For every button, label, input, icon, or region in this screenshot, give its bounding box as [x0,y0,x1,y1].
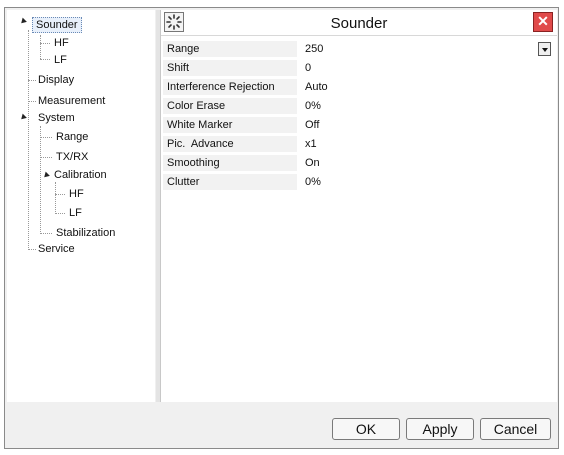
property-value[interactable]: Auto [303,79,555,95]
tree-item-sounder-lf[interactable]: LF [52,52,69,68]
property-value[interactable]: x1 [303,136,555,152]
property-grid: Range 250 Shift 0 Interference Rejection… [161,40,557,192]
close-button[interactable]: ✕ [533,12,553,32]
tree-item-calibration-hf[interactable]: HF [67,186,86,202]
property-value[interactable]: 0 [303,60,555,76]
settings-tree[interactable]: Sounder HF LF Display Measurement System… [7,10,155,402]
settings-dialog: Sounder HF LF Display Measurement System… [4,7,559,449]
collapse-calibration-icon[interactable] [42,171,50,180]
property-row-shift[interactable]: Shift 0 [161,59,557,78]
property-row-color-erase[interactable]: Color Erase 0% [161,97,557,116]
property-row-interference-rejection[interactable]: Interference Rejection Auto [161,78,557,97]
property-value[interactable]: Off [303,117,555,133]
property-value: 250 [305,43,324,55]
tree-item-system-range[interactable]: Range [54,129,90,145]
range-value[interactable]: 250 [303,41,555,57]
tree-item-label: Measurement [38,95,106,107]
property-value[interactable]: On [303,155,555,171]
tree-item-sounder-hf[interactable]: HF [52,35,71,51]
tree-item-label: System [38,112,75,124]
tree-item-measurement[interactable]: Measurement [36,93,107,109]
tree-item-label: Service [38,243,75,255]
tree-item-label: LF [69,207,82,219]
close-icon: ✕ [537,13,549,29]
tree-item-label: TX/RX [56,151,89,163]
tree-item-calibration[interactable]: Calibration [52,167,109,183]
tree-item-label: LF [54,54,67,66]
property-name: Interference Rejection [163,79,297,95]
property-row-white-marker[interactable]: White Marker Off [161,116,557,135]
property-row-smoothing[interactable]: Smoothing On [161,154,557,173]
tree-item-txrx[interactable]: TX/RX [54,149,90,165]
property-row-clutter[interactable]: Clutter 0% [161,173,557,192]
property-name: Color Erase [163,98,297,114]
property-value[interactable]: 0% [303,174,555,190]
tree-item-display[interactable]: Display [36,72,76,88]
collapse-system-icon[interactable] [19,113,27,122]
tree-item-label: HF [54,37,69,49]
tree-item-label: Range [56,131,89,143]
apply-button[interactable]: Apply [406,418,474,440]
range-dropdown-button[interactable] [538,42,551,56]
tree-item-service[interactable]: Service [36,241,77,257]
tree-item-label: Sounder [32,17,82,33]
property-panel: Sounder ✕ Range 250 Shift 0 Interference… [160,10,557,402]
property-name: Shift [163,60,297,76]
tree-item-label: HF [69,188,84,200]
tree-item-label: Stabilization [56,227,116,239]
panel-header: Sounder ✕ [161,10,557,36]
property-name: Pic. Advance [163,136,297,152]
property-name: Clutter [163,174,297,190]
property-name: Range [163,41,297,57]
property-name: Smoothing [163,155,297,171]
property-name: White Marker [163,117,297,133]
ok-button[interactable]: OK [332,418,400,440]
tree-item-calibration-lf[interactable]: LF [67,205,84,221]
cancel-button[interactable]: Cancel [480,418,551,440]
panel-title: Sounder [330,15,388,32]
tree-item-label: Display [38,74,75,86]
tree-item-label: Calibration [54,169,107,181]
tree-item-system[interactable]: System [36,110,77,126]
property-value[interactable]: 0% [303,98,555,114]
tree-item-stabilization[interactable]: Stabilization [54,225,117,241]
property-row-pic-advance[interactable]: Pic. Advance x1 [161,135,557,154]
tree-item-sounder[interactable]: Sounder [32,17,82,33]
collapse-sounder-icon[interactable] [19,17,27,26]
property-row-range[interactable]: Range 250 [161,40,557,59]
